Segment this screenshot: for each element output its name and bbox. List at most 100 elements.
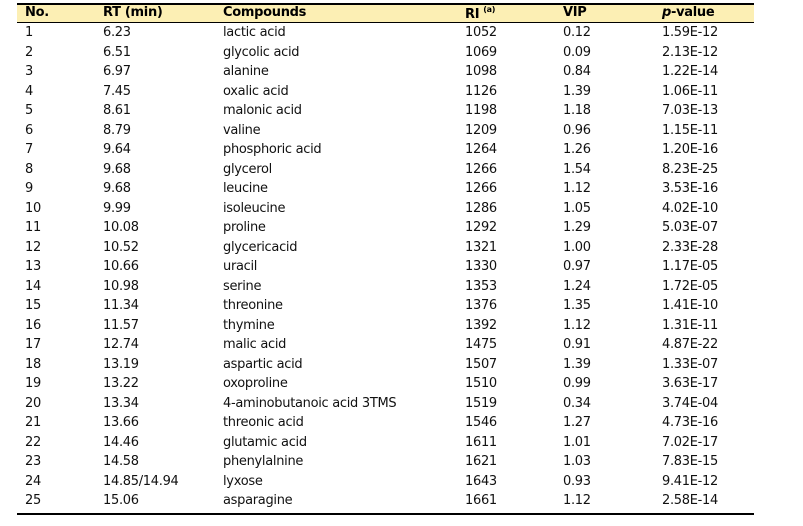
cell-compound: glycericacid bbox=[223, 239, 298, 255]
cell-vip: 1.12 bbox=[563, 493, 591, 508]
cell-rt: 14.46 bbox=[103, 434, 139, 450]
cell-compound: serine bbox=[223, 278, 262, 294]
cell-no: 20 bbox=[25, 395, 41, 411]
table-row: 16 11.57 thymine 1392 1.12 1.31E-11 bbox=[17, 316, 754, 336]
table-row: 3 6.97 alanine 1098 0.84 1.22E-14 bbox=[17, 62, 754, 82]
cell-p-value: 1.15E-11 bbox=[662, 122, 718, 138]
cell-vip: 1.01 bbox=[563, 434, 591, 450]
cell-p-value: 7.02E-17 bbox=[662, 434, 718, 450]
cell-rt: 13.22 bbox=[103, 376, 139, 391]
cell-ri: 1611 bbox=[465, 434, 497, 450]
header-ri: RI (a) bbox=[465, 5, 495, 22]
cell-ri: 1286 bbox=[465, 200, 497, 216]
cell-p-value: 1.06E-11 bbox=[662, 83, 718, 99]
header-p-rest: -value bbox=[671, 5, 715, 20]
cell-rt: 10.08 bbox=[103, 220, 139, 235]
cell-no: 8 bbox=[25, 161, 33, 177]
cell-vip: 1.29 bbox=[563, 220, 591, 235]
cell-ri: 1519 bbox=[465, 395, 497, 411]
cell-rt: 7.45 bbox=[103, 83, 131, 99]
cell-ri: 1353 bbox=[465, 278, 497, 294]
header-ri-footnote: (a) bbox=[483, 5, 496, 14]
cell-p-value: 1.72E-05 bbox=[662, 278, 718, 294]
cell-no: 19 bbox=[25, 376, 41, 391]
cell-p-value: 5.03E-07 bbox=[662, 220, 718, 235]
table-header-row: No. RT (min) Compounds RI (a) VIP p-value bbox=[17, 5, 754, 23]
cell-ri: 1266 bbox=[465, 181, 497, 196]
cell-compound: aspartic acid bbox=[223, 356, 303, 372]
cell-vip: 0.93 bbox=[563, 473, 591, 489]
table-row: 23 14.58 phenylalnine 1621 1.03 7.83E-15 bbox=[17, 452, 754, 472]
cell-compound: glutamic acid bbox=[223, 434, 307, 450]
cell-vip: 0.84 bbox=[563, 64, 591, 79]
cell-vip: 1.00 bbox=[563, 239, 591, 255]
cell-no: 2 bbox=[25, 44, 33, 60]
cell-rt: 11.34 bbox=[103, 298, 139, 313]
header-p-value: p-value bbox=[662, 5, 715, 20]
cell-p-value: 7.03E-13 bbox=[662, 103, 718, 118]
cell-no: 18 bbox=[25, 356, 41, 372]
cell-no: 17 bbox=[25, 337, 41, 352]
cell-vip: 0.96 bbox=[563, 122, 591, 138]
cell-compound: leucine bbox=[223, 181, 268, 196]
cell-rt: 13.34 bbox=[103, 395, 139, 411]
cell-vip: 1.24 bbox=[563, 278, 591, 294]
cell-vip: 1.27 bbox=[563, 415, 591, 430]
cell-vip: 0.12 bbox=[563, 25, 591, 40]
cell-no: 5 bbox=[25, 103, 33, 118]
table-row: 8 9.68 glycerol 1266 1.54 8.23E-25 bbox=[17, 160, 754, 180]
cell-vip: 0.99 bbox=[563, 376, 591, 391]
cell-vip: 0.91 bbox=[563, 337, 591, 352]
cell-compound: valine bbox=[223, 122, 261, 138]
cell-compound: thymine bbox=[223, 317, 275, 333]
cell-vip: 1.12 bbox=[563, 181, 591, 196]
cell-no: 23 bbox=[25, 454, 41, 469]
cell-p-value: 1.59E-12 bbox=[662, 25, 718, 40]
cell-vip: 1.03 bbox=[563, 454, 591, 469]
cell-no: 11 bbox=[25, 220, 41, 235]
cell-rt: 10.52 bbox=[103, 239, 139, 255]
cell-compound: lactic acid bbox=[223, 25, 286, 40]
cell-vip: 0.34 bbox=[563, 395, 591, 411]
cell-ri: 1643 bbox=[465, 473, 497, 489]
cell-compound: oxalic acid bbox=[223, 83, 289, 99]
cell-p-value: 1.31E-11 bbox=[662, 317, 718, 333]
cell-compound: phosphoric acid bbox=[223, 142, 322, 157]
header-rt: RT (min) bbox=[103, 5, 163, 20]
cell-no: 1 bbox=[25, 25, 33, 40]
cell-compound: phenylalnine bbox=[223, 454, 304, 469]
cell-vip: 1.05 bbox=[563, 200, 591, 216]
cell-no: 15 bbox=[25, 298, 41, 313]
cell-vip: 1.39 bbox=[563, 83, 591, 99]
table-body: 1 6.23 lactic acid 1052 0.12 1.59E-12 2 6.51 gly… bbox=[17, 23, 754, 511]
cell-p-value: 9.41E-12 bbox=[662, 473, 718, 489]
cell-vip: 1.26 bbox=[563, 142, 591, 157]
table-row: 14 10.98 serine 1353 1.24 1.72E-05 bbox=[17, 277, 754, 297]
cell-vip: 0.97 bbox=[563, 259, 591, 274]
cell-p-value: 1.33E-07 bbox=[662, 356, 718, 372]
header-no: No. bbox=[25, 5, 49, 20]
table-row: 17 12.74 malic acid 1475 0.91 4.87E-22 bbox=[17, 335, 754, 355]
cell-compound: glycolic acid bbox=[223, 44, 300, 60]
cell-no: 25 bbox=[25, 493, 41, 508]
cell-p-value: 1.41E-10 bbox=[662, 298, 718, 313]
cell-rt: 13.19 bbox=[103, 356, 139, 372]
cell-vip: 1.39 bbox=[563, 356, 591, 372]
cell-no: 21 bbox=[25, 415, 41, 430]
cell-vip: 1.12 bbox=[563, 317, 591, 333]
cell-p-value: 3.63E-17 bbox=[662, 376, 718, 391]
table-row: 4 7.45 oxalic acid 1126 1.39 1.06E-11 bbox=[17, 82, 754, 102]
cell-vip: 0.09 bbox=[563, 44, 591, 60]
cell-ri: 1475 bbox=[465, 337, 497, 352]
cell-rt: 14.85/14.94 bbox=[103, 473, 179, 489]
cell-no: 16 bbox=[25, 317, 41, 333]
cell-rt: 9.68 bbox=[103, 181, 131, 196]
cell-p-value: 3.74E-04 bbox=[662, 395, 718, 411]
table-row: 22 14.46 glutamic acid 1611 1.01 7.02E-17 bbox=[17, 433, 754, 453]
cell-ri: 1546 bbox=[465, 415, 497, 430]
cell-rt: 13.66 bbox=[103, 415, 139, 430]
cell-ri: 1126 bbox=[465, 83, 497, 99]
cell-rt: 14.58 bbox=[103, 454, 139, 469]
cell-compound: proline bbox=[223, 220, 266, 235]
cell-rt: 6.23 bbox=[103, 25, 131, 40]
